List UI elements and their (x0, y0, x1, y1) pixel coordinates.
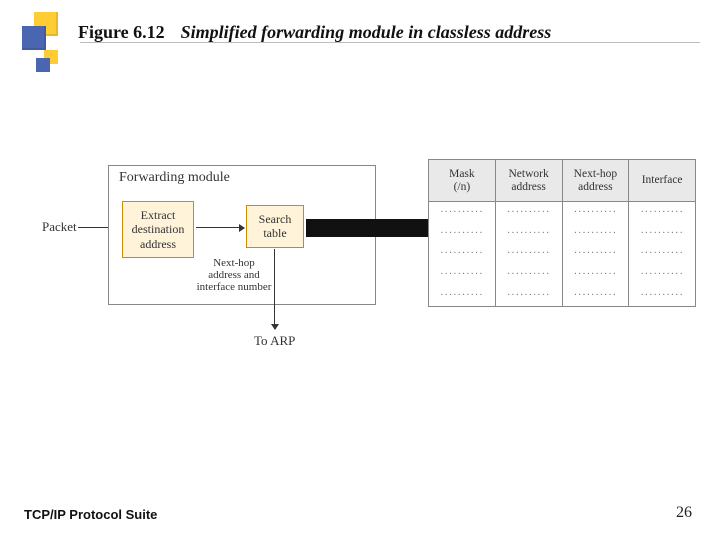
col-network-body: ·········· ·········· ·········· ·······… (496, 202, 563, 306)
col-mask: Mask (/n) (429, 160, 496, 202)
col-mask-body: ·········· ·········· ·········· ·······… (429, 202, 496, 306)
page-number: 26 (676, 504, 692, 522)
col-nexthop-body: ·········· ·········· ·········· ·······… (563, 202, 630, 306)
below-label: Next-hop address and interface number (196, 257, 272, 293)
search-box: Search table (246, 205, 304, 248)
arrow-to-search (196, 227, 244, 228)
figure-number: Figure 6.12 (78, 22, 165, 43)
packet-label: Packet (42, 219, 77, 235)
col-interface-body: ·········· ·········· ·········· ·······… (629, 202, 695, 306)
to-arp-label: To ARP (254, 333, 295, 349)
routing-table: Mask (/n) Network address Next-hop addre… (428, 159, 696, 307)
arrow-down-to-arp (274, 249, 275, 329)
col-network: Network address (496, 160, 563, 202)
extract-box: Extract destination address (122, 201, 194, 258)
col-interface: Interface (629, 160, 695, 202)
sub-bullet-icon (36, 50, 72, 86)
col-nexthop: Next-hop address (563, 160, 630, 202)
thick-connector (306, 219, 428, 237)
slide-header: Figure 6.12 Simplified forwarding module… (20, 8, 700, 56)
figure-title: Simplified forwarding module in classles… (181, 22, 552, 43)
module-label: Forwarding module (119, 170, 230, 186)
title-bullet-icon (20, 8, 68, 56)
footer-suite: TCP/IP Protocol Suite (24, 507, 157, 522)
forwarding-diagram: Packet Forwarding module Extract destina… (40, 165, 700, 365)
header-divider (80, 42, 700, 43)
